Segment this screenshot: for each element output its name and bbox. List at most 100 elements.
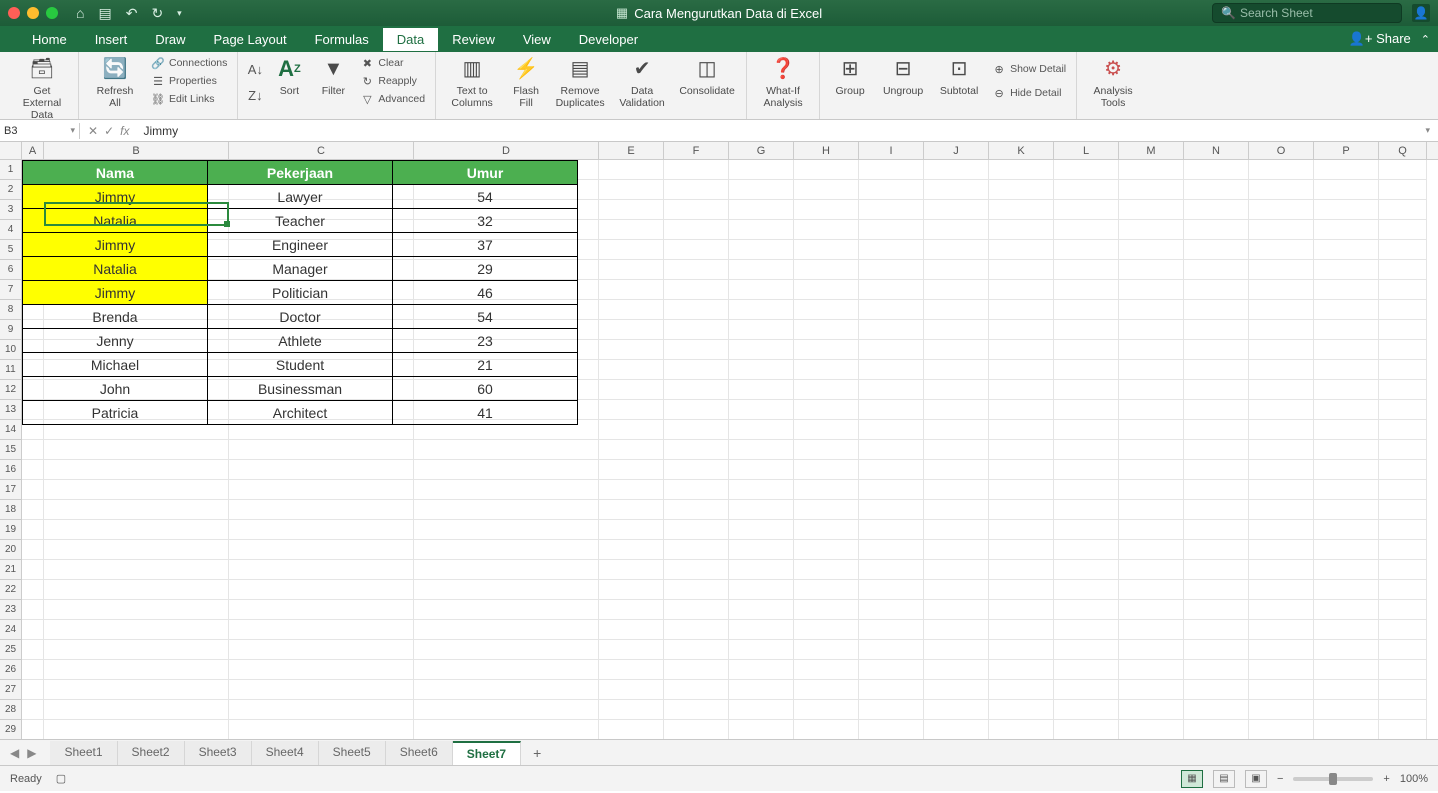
cell-K3[interactable] [989,200,1054,220]
cell-I10[interactable] [859,340,924,360]
cell-G2[interactable] [729,180,794,200]
table-cell[interactable]: Natalia [23,257,208,281]
cell-H13[interactable] [794,400,859,420]
connections-button[interactable]: 🔗Connections [149,55,229,71]
cell-L7[interactable] [1054,280,1119,300]
cell-K27[interactable] [989,680,1054,700]
cell-G15[interactable] [729,440,794,460]
cell-M10[interactable] [1119,340,1184,360]
minimize-window-button[interactable] [27,7,39,19]
cell-M15[interactable] [1119,440,1184,460]
cell-L3[interactable] [1054,200,1119,220]
cell-H19[interactable] [794,520,859,540]
cell-M7[interactable] [1119,280,1184,300]
cell-I18[interactable] [859,500,924,520]
cell-L6[interactable] [1054,260,1119,280]
row-header-28[interactable]: 28 [0,700,22,720]
row-header-23[interactable]: 23 [0,600,22,620]
cell-D15[interactable] [414,440,599,460]
cell-D23[interactable] [414,600,599,620]
cell-C21[interactable] [229,560,414,580]
cell-N21[interactable] [1184,560,1249,580]
cell-M1[interactable] [1119,160,1184,180]
cell-B26[interactable] [44,660,229,680]
cell-M19[interactable] [1119,520,1184,540]
cell-O11[interactable] [1249,360,1314,380]
cell-G24[interactable] [729,620,794,640]
cell-G12[interactable] [729,380,794,400]
cell-B28[interactable] [44,700,229,720]
cell-I12[interactable] [859,380,924,400]
sheet-tab-sheet4[interactable]: Sheet4 [252,741,319,765]
sheet-tab-sheet1[interactable]: Sheet1 [50,741,117,765]
cell-I7[interactable] [859,280,924,300]
cell-M24[interactable] [1119,620,1184,640]
cell-A27[interactable] [22,680,44,700]
add-sheet-button[interactable]: + [521,741,553,765]
cell-N13[interactable] [1184,400,1249,420]
cell-Q3[interactable] [1379,200,1427,220]
cell-K17[interactable] [989,480,1054,500]
zoom-in-button[interactable]: + [1383,773,1389,785]
flash-fill-button[interactable]: ⚡Flash Fill [506,55,546,109]
cell-O13[interactable] [1249,400,1314,420]
cell-Q26[interactable] [1379,660,1427,680]
cell-H16[interactable] [794,460,859,480]
row-header-12[interactable]: 12 [0,380,22,400]
cell-J10[interactable] [924,340,989,360]
cell-H9[interactable] [794,320,859,340]
cell-E21[interactable] [599,560,664,580]
column-header-O[interactable]: O [1249,142,1314,159]
cell-P12[interactable] [1314,380,1379,400]
cell-F5[interactable] [664,240,729,260]
cell-A28[interactable] [22,700,44,720]
row-header-19[interactable]: 19 [0,520,22,540]
cell-F27[interactable] [664,680,729,700]
cell-O21[interactable] [1249,560,1314,580]
cell-H2[interactable] [794,180,859,200]
cell-J13[interactable] [924,400,989,420]
row-header-21[interactable]: 21 [0,560,22,580]
cell-L29[interactable] [1054,720,1119,739]
cell-O22[interactable] [1249,580,1314,600]
cell-J5[interactable] [924,240,989,260]
row-header-20[interactable]: 20 [0,540,22,560]
cell-O14[interactable] [1249,420,1314,440]
cell-M18[interactable] [1119,500,1184,520]
cell-P26[interactable] [1314,660,1379,680]
cell-F8[interactable] [664,300,729,320]
cell-F10[interactable] [664,340,729,360]
cell-L4[interactable] [1054,220,1119,240]
cell-J1[interactable] [924,160,989,180]
cell-K18[interactable] [989,500,1054,520]
cell-D27[interactable] [414,680,599,700]
cell-F24[interactable] [664,620,729,640]
cell-N23[interactable] [1184,600,1249,620]
cell-H1[interactable] [794,160,859,180]
row-header-29[interactable]: 29 [0,720,22,739]
cell-M4[interactable] [1119,220,1184,240]
cell-F20[interactable] [664,540,729,560]
cell-I3[interactable] [859,200,924,220]
cell-I4[interactable] [859,220,924,240]
table-header[interactable]: Umur [393,161,578,185]
cell-D19[interactable] [414,520,599,540]
cell-Q9[interactable] [1379,320,1427,340]
cell-J26[interactable] [924,660,989,680]
cell-N9[interactable] [1184,320,1249,340]
cell-L26[interactable] [1054,660,1119,680]
cell-I1[interactable] [859,160,924,180]
cell-B23[interactable] [44,600,229,620]
cell-G3[interactable] [729,200,794,220]
cell-L27[interactable] [1054,680,1119,700]
row-header-11[interactable]: 11 [0,360,22,380]
properties-button[interactable]: ☰Properties [149,73,229,89]
table-cell[interactable]: Manager [208,257,393,281]
cell-M12[interactable] [1119,380,1184,400]
macro-record-icon[interactable]: ▢ [56,772,66,785]
cell-Q7[interactable] [1379,280,1427,300]
cell-K26[interactable] [989,660,1054,680]
sort-za-button[interactable]: Z↓ [246,87,264,103]
cell-Q23[interactable] [1379,600,1427,620]
cell-K21[interactable] [989,560,1054,580]
